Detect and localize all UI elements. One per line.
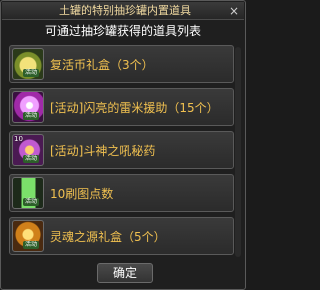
green-bottle-icon: 活动	[12, 177, 44, 209]
list-item[interactable]: 活动 10刷图点数	[9, 174, 234, 212]
window-title: 土罐的特别抽珍罐内置道具	[59, 4, 191, 17]
close-button[interactable]: ×	[227, 4, 241, 18]
item-name: [活动]斗神之吼秘药	[50, 144, 156, 158]
item-name: [活动]闪亮的雷米援助（15个）	[50, 101, 219, 115]
item-list: 活动 复活币礼盒（3个） 活动 [活动]闪亮的雷米援助（15个） 10 活动 […	[9, 45, 234, 259]
item-name: 灵魂之源礼盒（5个）	[50, 230, 166, 244]
list-item[interactable]: 活动 [活动]闪亮的雷米援助（15个）	[9, 88, 234, 126]
event-badge: 活动	[23, 112, 40, 120]
list-item[interactable]: 活动 复活币礼盒（3个）	[9, 45, 234, 83]
item-name: 10刷图点数	[50, 187, 114, 201]
event-badge: 活动	[23, 241, 40, 249]
confirm-button[interactable]: 确定	[97, 263, 153, 283]
event-badge: 活动	[23, 69, 40, 77]
item-quantity: 10	[14, 135, 23, 143]
list-item[interactable]: 10 活动 [活动]斗神之吼秘药	[9, 131, 234, 169]
soul-box-icon: 活动	[12, 220, 44, 252]
dialog-footer: 确定	[1, 260, 247, 290]
list-scrollbar[interactable]	[235, 47, 241, 257]
list-item[interactable]: 活动 灵魂之源礼盒（5个）	[9, 217, 234, 255]
event-badge: 活动	[23, 198, 40, 206]
fighting-potion-icon: 10 活动	[12, 134, 44, 166]
sparkle-potion-icon: 活动	[12, 91, 44, 123]
list-subtitle: 可通过抽珍罐获得的道具列表	[44, 24, 201, 38]
coin-box-icon: 活动	[12, 48, 44, 80]
title-bar: 土罐的特别抽珍罐内置道具 ×	[2, 2, 244, 20]
item-name: 复活币礼盒（3个）	[50, 58, 154, 72]
event-badge: 活动	[23, 155, 40, 163]
dialog-window: 土罐的特别抽珍罐内置道具 × 可通过抽珍罐获得的道具列表 活动 复活币礼盒（3个…	[0, 0, 246, 290]
